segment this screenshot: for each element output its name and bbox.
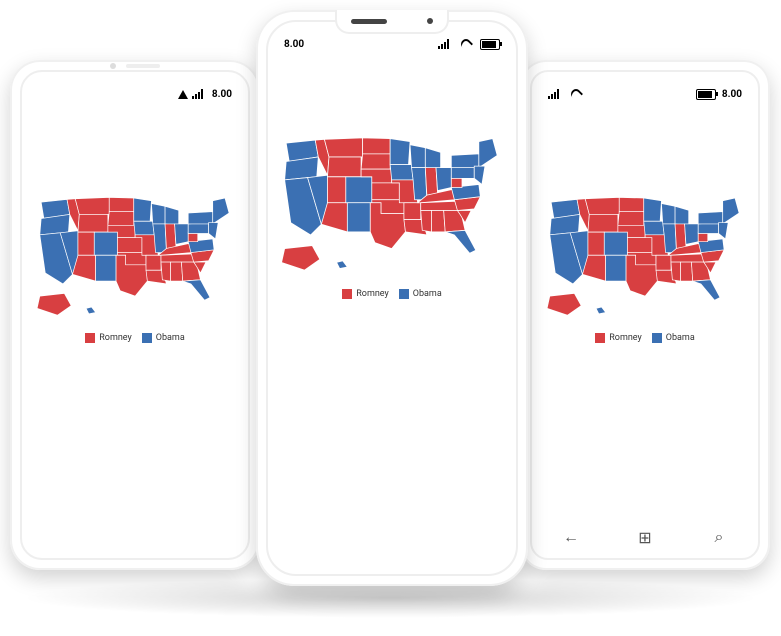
state-wi[interactable] [151, 204, 165, 224]
us-election-map[interactable] [543, 194, 747, 323]
state-ia[interactable] [134, 221, 154, 235]
back-button[interactable]: ← [551, 527, 591, 547]
map-container: Romney Obama [270, 134, 514, 299]
iphone-screen: 8.00 Romney Obama [270, 24, 514, 572]
phone-iphone: 8.00 Romney Obama [256, 10, 528, 586]
home-button[interactable]: ⊞ [625, 528, 665, 547]
state-ks[interactable] [117, 238, 142, 253]
state-tn[interactable] [161, 254, 194, 262]
state-nm[interactable] [96, 255, 116, 281]
state-ms[interactable] [161, 262, 171, 281]
wifi-icon [458, 39, 472, 49]
map-container: Romney Obama [534, 194, 756, 343]
state-fl[interactable] [183, 280, 210, 300]
windows-screen: 8.00 Romney Obama ← ⊞ ⌕ [534, 74, 756, 556]
us-election-map[interactable] [277, 134, 506, 279]
state-md-de-nj[interactable] [209, 223, 219, 239]
state-new-england[interactable] [213, 198, 229, 224]
state-mn[interactable] [134, 198, 152, 221]
legend-label-a: Romney [609, 333, 642, 343]
state-nd[interactable] [109, 197, 134, 211]
wifi-icon [568, 89, 582, 99]
map-legend: Romney Obama [85, 333, 184, 343]
map-legend: Romney Obama [342, 289, 441, 299]
legend-label-b: Obama [666, 333, 695, 343]
state-mi[interactable] [165, 206, 179, 225]
state-oh[interactable] [174, 224, 188, 244]
battery-icon [480, 39, 500, 50]
legend-label-b: Obama [156, 333, 185, 343]
windows-status-bar: 8.00 [534, 84, 756, 104]
android-earpiece [100, 62, 170, 70]
battery-icon [696, 89, 716, 100]
state-ny[interactable] [188, 212, 213, 224]
android-screen: 8.00 [24, 74, 246, 556]
state-ar[interactable] [146, 255, 161, 270]
us-election-map[interactable] [33, 194, 237, 323]
legend-swatch-obama [142, 333, 152, 343]
cell-icon [438, 39, 452, 49]
state-sd[interactable] [108, 212, 134, 226]
state-in[interactable] [165, 224, 176, 249]
clock-label: 8.00 [212, 89, 232, 100]
iphone-notch [335, 10, 449, 34]
legend-label-b: Obama [413, 289, 442, 299]
map-legend: Romney Obama [595, 333, 694, 343]
clock-label: 8.00 [284, 39, 304, 50]
android-status-bar: 8.00 [24, 84, 246, 104]
phone-android: 8.00 [10, 60, 260, 570]
state-al[interactable] [170, 262, 182, 281]
state-ut[interactable] [78, 232, 94, 255]
state-wy[interactable] [78, 214, 108, 232]
windows-nav-bar: ← ⊞ ⌕ [534, 524, 756, 550]
legend-obama: Obama [142, 333, 185, 343]
signal-icon [178, 90, 188, 99]
legend-romney: Romney [85, 333, 132, 343]
clock-label: 8.00 [722, 89, 742, 100]
search-button[interactable]: ⌕ [699, 527, 739, 547]
phone-windows: 8.00 Romney Obama ← ⊞ ⌕ [520, 60, 770, 570]
legend-label-a: Romney [356, 289, 389, 299]
state-co[interactable] [94, 232, 117, 255]
state-mt[interactable] [75, 197, 109, 214]
state-ak[interactable] [37, 293, 71, 315]
legend-label-a: Romney [99, 333, 132, 343]
iphone-status-bar: 8.00 [270, 34, 514, 54]
map-container: Romney Obama [24, 194, 246, 343]
state-hi[interactable] [86, 307, 96, 314]
legend-swatch-romney [85, 333, 95, 343]
cell-icon [192, 89, 206, 99]
cell-icon [548, 89, 562, 99]
